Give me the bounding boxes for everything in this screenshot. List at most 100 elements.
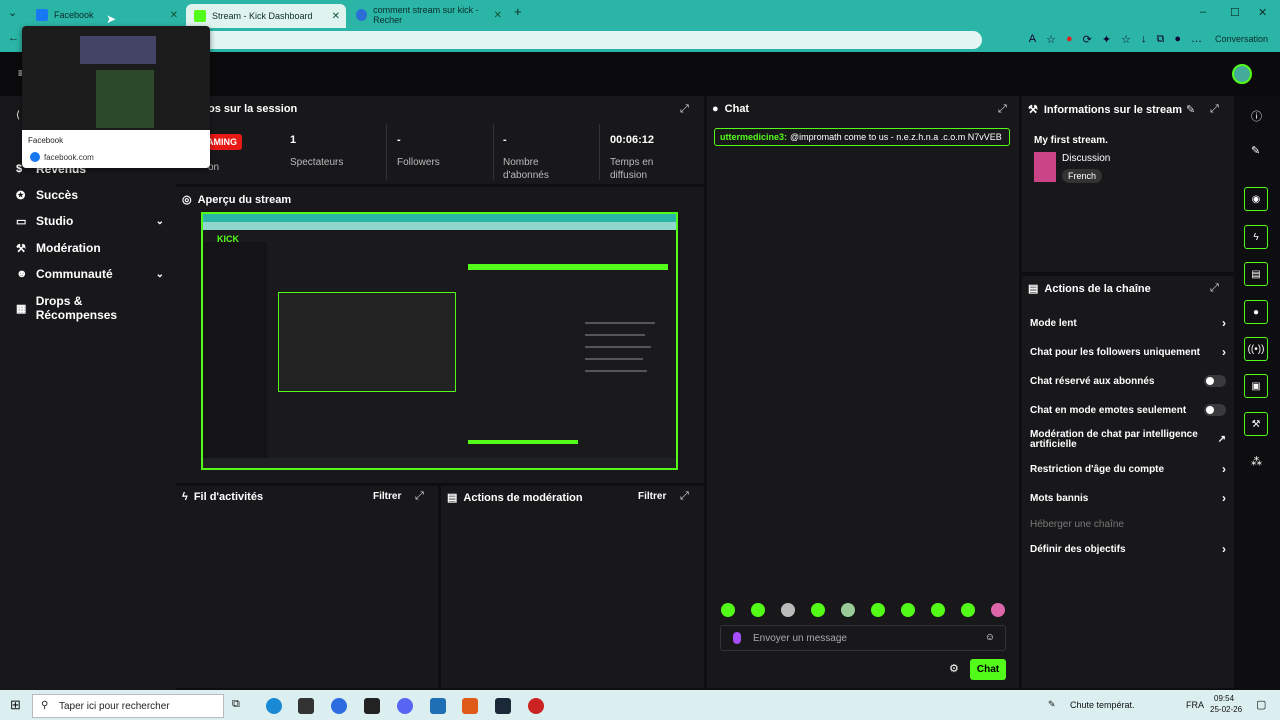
emote-icon[interactable] (811, 603, 825, 617)
emote-icon[interactable] (751, 603, 765, 617)
weather-text[interactable]: Chute températ. (1070, 700, 1135, 710)
activity-filter-button[interactable]: Filtrer (373, 491, 401, 502)
emote-icon[interactable] (991, 603, 1005, 617)
copilot-conversation[interactable]: Conversation (1215, 34, 1268, 44)
close-window-button[interactable]: ✕ (1258, 6, 1267, 19)
clock-date[interactable]: 25-02-26 (1210, 705, 1242, 714)
info-icon[interactable]: ⓘ (1251, 108, 1262, 124)
pencil-icon[interactable]: ✎ (1251, 144, 1260, 157)
sidebar-item-studio[interactable]: ▭ Studio ⌄ (16, 214, 164, 228)
new-tab-button[interactable]: + (514, 4, 522, 19)
app-icon[interactable] (298, 698, 314, 714)
microphone-icon[interactable] (733, 632, 741, 644)
sidebar-item-label: Drops & Récompenses (35, 294, 118, 322)
app-icon[interactable] (331, 698, 347, 714)
edge-icon[interactable] (266, 698, 282, 714)
trophy-icon: ✪ (16, 189, 26, 202)
taskbar-search[interactable]: ⚲ Taper ici pour rechercher (32, 694, 224, 718)
read-aloud-icon[interactable]: A (1029, 33, 1036, 46)
app-icon[interactable] (430, 698, 446, 714)
expand-icon[interactable]: ⤢ (415, 490, 424, 503)
expand-icon[interactable]: ⤢ (680, 103, 689, 116)
avatar[interactable] (1232, 64, 1252, 84)
quick-action-wrench-icon[interactable]: ⚒ (1244, 412, 1268, 436)
mini-kick-logo: KICK (217, 234, 239, 244)
sidebar-item-drops[interactable]: ▦ Drops & Récompenses (16, 294, 164, 322)
sidebar-item-succes[interactable]: ✪ Succès (16, 188, 164, 202)
studio-icon: ▭ (16, 215, 27, 228)
row-ai-moderation[interactable]: Modération de chat par intelligence arti… (1030, 429, 1226, 451)
discord-icon[interactable] (397, 698, 413, 714)
more-icon[interactable]: … (1191, 33, 1202, 46)
quick-action-notes-icon[interactable]: ▤ (1244, 262, 1268, 286)
emotes-only-toggle[interactable] (1204, 404, 1226, 416)
more-actions-icon[interactable]: ⁂ (1251, 455, 1262, 468)
weather-icon[interactable]: ✎ (1048, 699, 1056, 710)
chat-input[interactable]: Envoyer un message ☺ (720, 625, 1006, 651)
expand-icon[interactable]: ⤢ (998, 103, 1007, 116)
mod-actions-panel (441, 486, 704, 688)
refresh-icon[interactable]: ⟳ (1083, 33, 1092, 46)
task-view-icon[interactable]: ⧉ (232, 698, 248, 714)
subscribers-only-toggle[interactable] (1204, 375, 1226, 387)
app-icon[interactable] (462, 698, 478, 714)
start-icon[interactable]: ⊞ (10, 697, 21, 713)
chat-username[interactable]: uttermedicine3: (720, 132, 787, 142)
emote-icon[interactable] (841, 603, 855, 617)
sidebar-collapse-icon[interactable]: ⟨ (16, 110, 20, 121)
sidebar-item-moderation[interactable]: ⚒ Modération (16, 241, 164, 255)
tab-kick-dashboard[interactable]: Stream - Kick Dashboard ✕ (186, 4, 346, 28)
close-tab-icon[interactable]: ✕ (170, 10, 178, 21)
emote-icon[interactable] (871, 603, 885, 617)
sidebar-item-communaute[interactable]: ☻ Communauté ⌄ (16, 267, 164, 281)
maximize-button[interactable]: ☐ (1230, 6, 1240, 19)
language-indicator[interactable]: FRA (1186, 700, 1204, 710)
row-followers-only[interactable]: Chat pour les followers uniquement › (1030, 345, 1226, 359)
emote-icon[interactable] (721, 603, 735, 617)
quick-action-studio-icon[interactable]: ▣ (1244, 374, 1268, 398)
quick-action-chat-icon[interactable]: ● (1244, 300, 1268, 324)
chat-message[interactable]: uttermedicine3: @impromath come to us - … (714, 128, 1010, 146)
stat-viewers-label: Spectateurs (290, 157, 344, 168)
list-icon: ▤ (1028, 283, 1039, 295)
row-host-channel[interactable]: Héberger une chaîne (1030, 517, 1226, 531)
favorites-icon[interactable]: ☆ (1121, 33, 1131, 46)
emote-icon[interactable] (901, 603, 915, 617)
stream-preview[interactable]: KICK (201, 212, 678, 470)
downloads-icon[interactable]: ↓ (1141, 33, 1147, 46)
emote-icon[interactable] (931, 603, 945, 617)
back-icon[interactable]: ← (8, 32, 19, 44)
row-banned-words[interactable]: Mots bannis › (1030, 491, 1226, 505)
quick-action-broadcast-icon[interactable]: ((•)) (1244, 337, 1268, 361)
minimize-button[interactable]: – (1200, 6, 1206, 18)
adblock-icon[interactable]: ● (1066, 33, 1073, 46)
emoji-icon[interactable]: ☺ (985, 632, 995, 643)
row-set-goals[interactable]: Définir des objectifs › (1030, 542, 1226, 556)
close-tab-icon[interactable]: ✕ (332, 11, 340, 22)
profile-icon[interactable]: ● (1174, 33, 1181, 46)
tab-list-icon[interactable]: ⌄ (8, 6, 17, 19)
expand-icon[interactable]: ⤢ (680, 490, 689, 503)
send-chat-button[interactable]: Chat (970, 659, 1006, 680)
favorite-icon[interactable]: ☆ (1046, 33, 1056, 46)
settings-gear-icon[interactable]: ⚙ (949, 662, 959, 675)
quick-action-capture-icon[interactable]: ◉ (1244, 187, 1268, 211)
edit-icon[interactable]: ✎ (1186, 103, 1195, 116)
close-tab-icon[interactable]: ✕ (494, 10, 502, 21)
clock-time[interactable]: 09:54 (1214, 694, 1234, 703)
capcut-icon[interactable] (364, 698, 380, 714)
quick-action-bolt-icon[interactable]: ϟ (1244, 225, 1268, 249)
emote-icon[interactable] (781, 603, 795, 617)
expand-icon[interactable]: ⤢ (1210, 103, 1219, 116)
expand-icon[interactable]: ⤢ (1210, 282, 1219, 295)
row-age-restriction[interactable]: Restriction d'âge du compte › (1030, 462, 1226, 476)
notification-icon[interactable]: ▢ (1256, 698, 1266, 711)
steam-icon[interactable] (495, 698, 511, 714)
collections-icon[interactable]: ⧉ (1156, 33, 1164, 46)
extensions-icon[interactable]: ✦ (1102, 33, 1111, 46)
tab-search[interactable]: comment stream sur kick - Recher ✕ (348, 4, 508, 26)
obs-icon[interactable] (528, 698, 544, 714)
row-mode-lent[interactable]: Mode lent › (1030, 316, 1226, 330)
emote-icon[interactable] (961, 603, 975, 617)
mod-filter-button[interactable]: Filtrer (638, 491, 666, 502)
